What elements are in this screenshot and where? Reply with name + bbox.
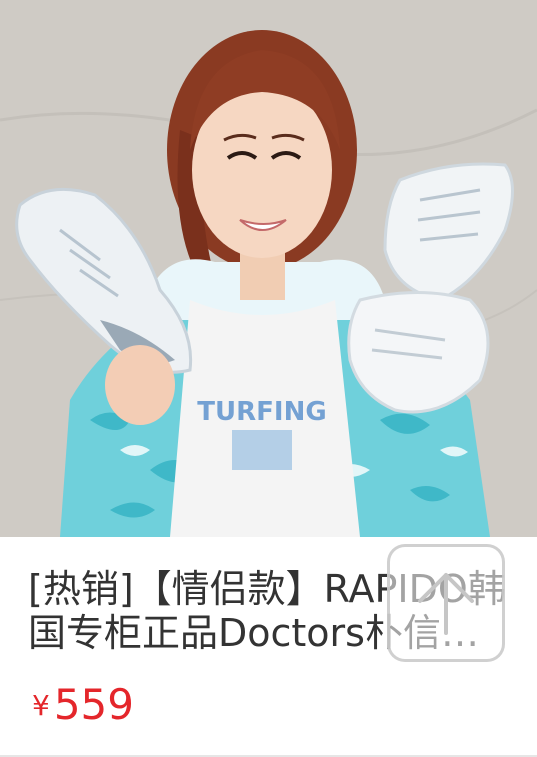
svg-text:TURFING: TURFING <box>197 397 326 427</box>
product-image[interactable]: TURFING <box>0 0 537 537</box>
product-card[interactable]: TURFING [热销]【情侣款】RAPIDO韩国专柜正品Doctors朴 ¥5… <box>0 0 537 757</box>
currency-symbol: ¥ <box>32 689 50 722</box>
back-to-top-button[interactable] <box>387 544 505 662</box>
arrow-up-icon <box>418 573 474 635</box>
price-amount: 559 <box>53 680 134 729</box>
product-price: ¥559 <box>32 680 134 729</box>
product-photo-illustration: TURFING <box>0 0 537 537</box>
